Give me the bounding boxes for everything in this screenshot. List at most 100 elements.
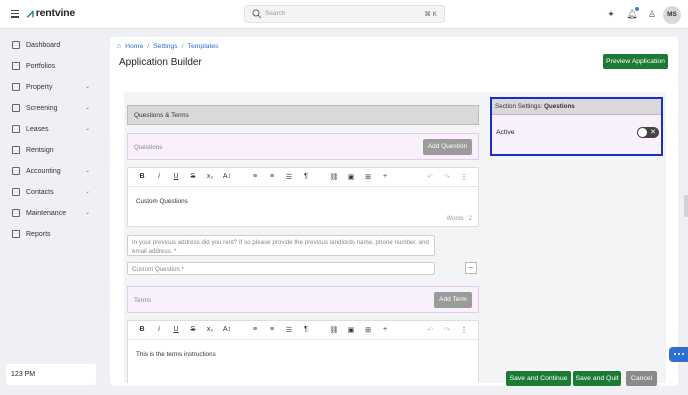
signature-icon bbox=[12, 146, 20, 154]
search-placeholder: Search bbox=[265, 10, 286, 17]
font-size-icon[interactable]: A↕ bbox=[222, 173, 232, 180]
sidebar-item-label: Rentsign bbox=[26, 146, 54, 154]
questions-section[interactable]: Questions Add Question bbox=[127, 133, 479, 160]
italic-icon[interactable]: i bbox=[154, 326, 164, 333]
active-toggle[interactable]: ✕ bbox=[637, 127, 659, 138]
paragraph-icon[interactable]: ¶ bbox=[301, 326, 311, 333]
redo-icon[interactable]: ↷ bbox=[442, 326, 452, 334]
notification-bell-icon[interactable]: 🔔︎ bbox=[626, 7, 639, 20]
paragraph-icon[interactable]: ¶ bbox=[301, 173, 311, 180]
terms-section[interactable]: Terms Add Term bbox=[127, 286, 479, 313]
sidebar-item-maintenance[interactable]: Maintenance ⌄ bbox=[12, 206, 94, 220]
undo-icon[interactable]: ↶ bbox=[425, 173, 435, 181]
avatar[interactable]: MS bbox=[663, 6, 681, 24]
undo-icon[interactable]: ↶ bbox=[425, 326, 435, 334]
main-panel: ⌂ Home / Settings / Templates Applicatio… bbox=[110, 37, 678, 386]
breadcrumb-separator: / bbox=[147, 43, 150, 50]
chat-widget-icon[interactable] bbox=[669, 347, 688, 362]
strikethrough-icon[interactable]: S bbox=[188, 326, 198, 333]
add-term-button[interactable]: Add Term bbox=[434, 292, 472, 308]
strikethrough-icon[interactable]: S bbox=[188, 173, 198, 180]
subscript-icon[interactable]: x₂ bbox=[205, 173, 215, 180]
sidebar-item-dashboard[interactable]: Dashboard bbox=[12, 38, 94, 52]
contacts-icon bbox=[12, 188, 20, 196]
custom-question-input[interactable]: Custom Question * bbox=[127, 262, 435, 275]
home-icon[interactable]: ⌂ bbox=[117, 43, 121, 50]
table-icon[interactable]: ⊞ bbox=[363, 173, 373, 181]
link-icon[interactable]: ⛓ bbox=[329, 173, 339, 181]
page-title: Application Builder bbox=[119, 57, 202, 68]
bold-icon[interactable]: B bbox=[137, 326, 147, 333]
address-question-field[interactable]: In your previous address did you rent? I… bbox=[127, 235, 435, 256]
align-left-icon[interactable]: ≡ bbox=[250, 326, 260, 333]
lease-icon bbox=[12, 125, 20, 133]
list-icon[interactable]: ☰ bbox=[284, 173, 294, 181]
sidebar-item-screening[interactable]: Screening ⌄ bbox=[12, 101, 94, 115]
breadcrumb-templates[interactable]: Templates bbox=[188, 43, 219, 50]
brand-logo[interactable]: ⩘ rentvine bbox=[27, 7, 75, 19]
sidebar-item-property[interactable]: Property ⌄ bbox=[12, 80, 94, 94]
add-question-button[interactable]: Add Question bbox=[423, 139, 472, 155]
insert-icon[interactable]: + bbox=[380, 173, 390, 180]
sidebar-item-reports[interactable]: Reports bbox=[12, 227, 94, 241]
side-drawer-handle[interactable] bbox=[684, 195, 688, 217]
bold-icon[interactable]: B bbox=[137, 173, 147, 180]
sidebar-item-accounting[interactable]: Accounting ⌄ bbox=[12, 164, 94, 178]
sparkle-icon[interactable]: ✦ bbox=[605, 8, 617, 20]
section-settings-header: Section Settings: Questions bbox=[492, 99, 661, 115]
chevron-down-icon: ⌄ bbox=[84, 126, 90, 132]
remove-question-button[interactable]: – bbox=[465, 262, 477, 274]
top-bar: ⩘ rentvine Search ⌘ K ✦ 🔔︎ ♙ MS bbox=[0, 0, 688, 29]
terms-editor[interactable]: B i U S x₂ A↕ ≡ ≡ ☰ ¶ ⛓ ▣ ⊞ + ↶ ↷ ⋮ This… bbox=[127, 320, 479, 383]
section-settings-panel: Section Settings: Questions Active ✕ bbox=[490, 97, 663, 156]
user-icon[interactable]: ♙ bbox=[646, 8, 658, 20]
save-and-quit-button[interactable]: Save and Quit bbox=[573, 371, 621, 386]
sidebar-item-portfolios[interactable]: Portfolios bbox=[12, 59, 94, 73]
search-input[interactable]: Search ⌘ K bbox=[244, 5, 445, 23]
toggle-knob bbox=[638, 128, 647, 137]
dollar-icon bbox=[12, 167, 20, 175]
breadcrumb-home[interactable]: Home bbox=[125, 43, 143, 50]
chevron-down-icon: ⌄ bbox=[84, 210, 90, 216]
table-icon[interactable]: ⊞ bbox=[363, 326, 373, 334]
list-icon[interactable]: ☰ bbox=[284, 326, 294, 334]
sidebar-item-rentsign[interactable]: Rentsign bbox=[12, 143, 94, 157]
questions-editor-content[interactable]: Custom Questions bbox=[136, 198, 188, 205]
section-header-questions-terms[interactable]: Questions & Terms bbox=[127, 105, 479, 125]
image-icon[interactable]: ▣ bbox=[346, 326, 356, 334]
save-and-continue-button[interactable]: Save and Continue bbox=[506, 371, 571, 386]
underline-icon[interactable]: U bbox=[171, 173, 181, 180]
word-count: Words : 2 bbox=[446, 216, 472, 222]
brand-name: rentvine bbox=[35, 7, 76, 19]
close-icon: ✕ bbox=[650, 129, 656, 136]
section-settings-prefix: Section Settings: bbox=[495, 103, 543, 110]
more-options-icon[interactable]: ⋮ bbox=[459, 173, 469, 181]
sidebar-item-leases[interactable]: Leases ⌄ bbox=[12, 122, 94, 136]
questions-editor[interactable]: B i U S x₂ A↕ ≡ ≡ ☰ ¶ ⛓ ▣ ⊞ + ↶ ↷ ⋮ Cust… bbox=[127, 167, 479, 227]
editor-toolbar: B i U S x₂ A↕ ≡ ≡ ☰ ¶ ⛓ ▣ ⊞ + ↶ ↷ ⋮ bbox=[128, 321, 478, 340]
more-options-icon[interactable]: ⋮ bbox=[459, 326, 469, 334]
align-left-icon[interactable]: ≡ bbox=[250, 173, 260, 180]
chevron-down-icon: ⌄ bbox=[84, 84, 90, 90]
terms-editor-content[interactable]: This is the terms instructions bbox=[136, 351, 216, 358]
sidebar-item-contacts[interactable]: Contacts ⌄ bbox=[12, 185, 94, 199]
image-icon[interactable]: ▣ bbox=[346, 173, 356, 181]
menu-icon[interactable] bbox=[11, 10, 19, 20]
cancel-button[interactable]: Cancel bbox=[626, 371, 657, 386]
italic-icon[interactable]: i bbox=[154, 173, 164, 180]
chevron-down-icon: ⌄ bbox=[84, 168, 90, 174]
chevron-down-icon: ⌄ bbox=[84, 189, 90, 195]
redo-icon[interactable]: ↷ bbox=[442, 173, 452, 181]
preview-application-button[interactable]: Preview Application bbox=[603, 54, 668, 69]
align-center-icon[interactable]: ≡ bbox=[267, 173, 277, 180]
subscript-icon[interactable]: x₂ bbox=[205, 326, 215, 333]
screening-icon bbox=[12, 104, 20, 112]
font-size-icon[interactable]: A↕ bbox=[222, 326, 232, 333]
active-label: Active bbox=[496, 129, 515, 136]
notification-dot bbox=[635, 7, 639, 11]
align-center-icon[interactable]: ≡ bbox=[267, 326, 277, 333]
breadcrumb-settings[interactable]: Settings bbox=[153, 43, 178, 50]
insert-icon[interactable]: + bbox=[380, 326, 390, 333]
link-icon[interactable]: ⛓ bbox=[329, 326, 339, 334]
underline-icon[interactable]: U bbox=[171, 326, 181, 333]
